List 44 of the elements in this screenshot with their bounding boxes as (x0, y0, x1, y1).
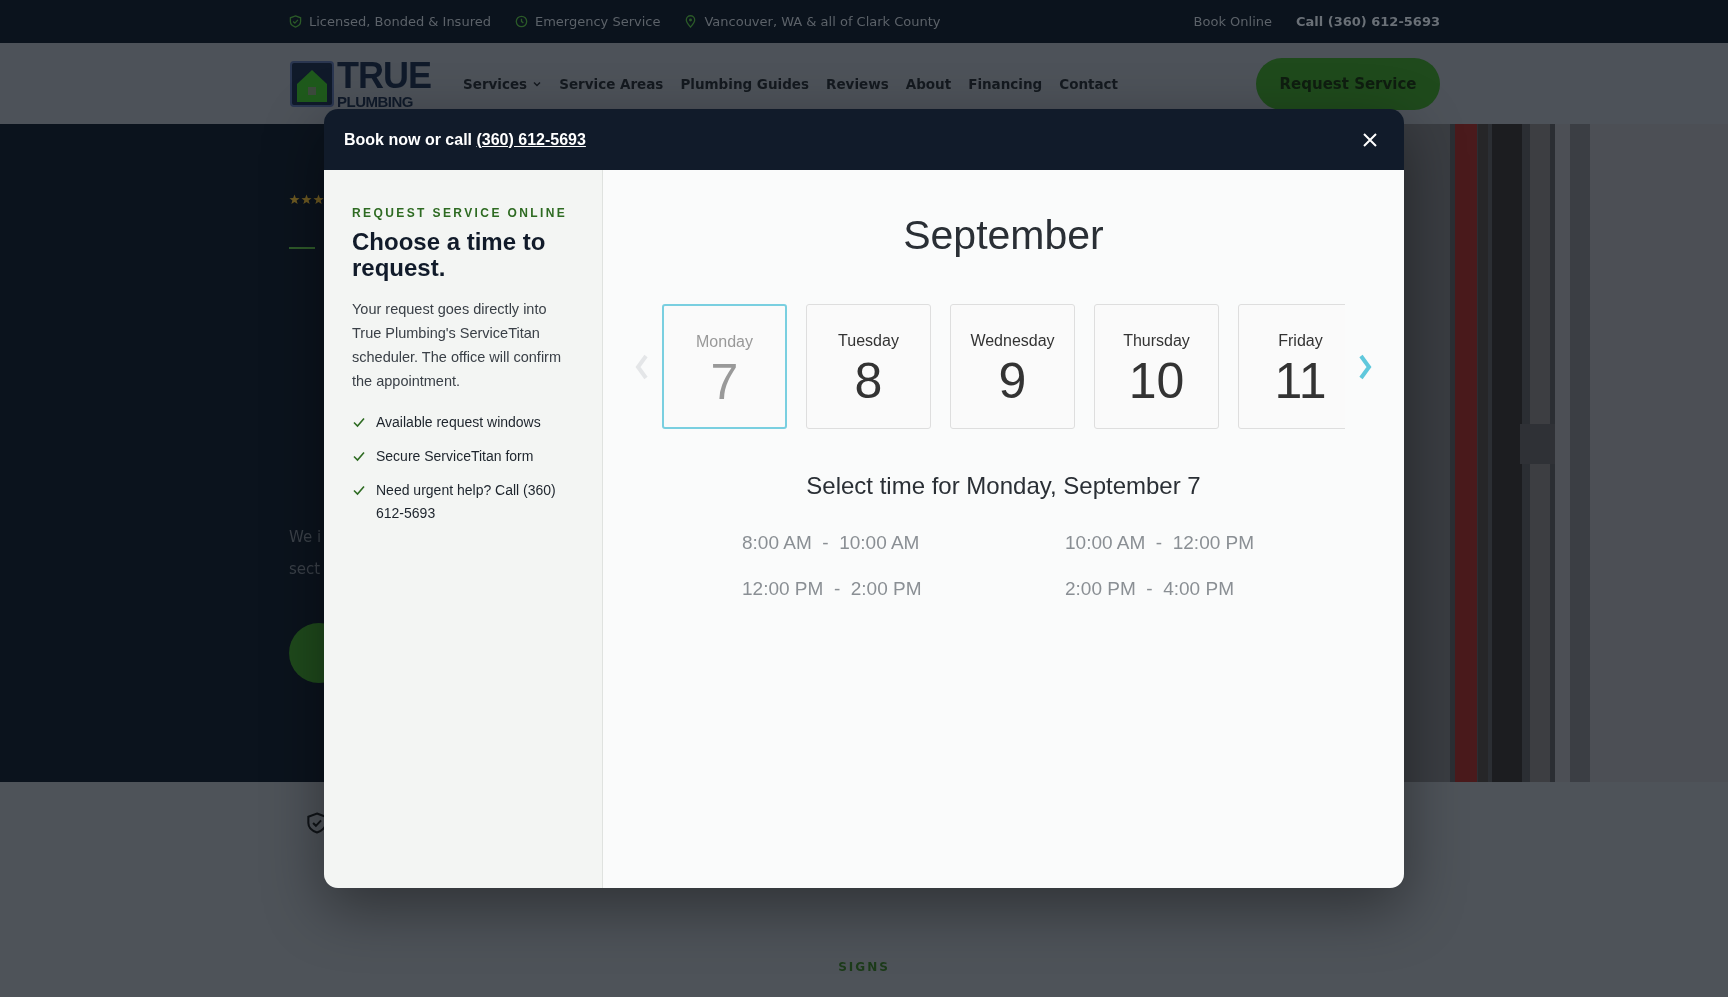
star-icon (313, 194, 324, 205)
top-bar-badge-text: Emergency Service (534, 14, 661, 29)
check-icon (352, 415, 366, 429)
house-logo-icon (289, 59, 335, 108)
nav-link[interactable]: Contact (1059, 75, 1119, 92)
time-slot[interactable]: 2:00 PM - 4:00 PM (1065, 578, 1265, 600)
top-bar-badge-text: Licensed, Bonded & Insured (309, 14, 491, 29)
shield-icon (289, 15, 302, 28)
logo-text: PLUMBING (337, 94, 414, 109)
date-card[interactable]: Wednesday 9 (950, 304, 1075, 429)
nav-link[interactable]: Services (463, 75, 543, 92)
top-bar-link[interactable]: Book Online (1193, 14, 1272, 29)
star-icon (289, 194, 300, 205)
nav-link[interactable]: About (905, 75, 952, 92)
star-icon (301, 194, 312, 205)
checklist-item: Available request windows (376, 413, 542, 432)
nav-link[interactable]: Plumbing Guides (680, 75, 810, 92)
phone-link[interactable]: (360) 612-5693 (476, 130, 586, 148)
time-slot[interactable]: 12:00 PM - 2:00 PM (742, 578, 1065, 600)
selected-date-heading: Select time for Monday, September 7 (806, 472, 1201, 500)
top-bar-badge-text: Vancouver, WA & all of Clark County (704, 14, 941, 29)
nav-link[interactable]: Service Areas (559, 75, 664, 92)
check-icon (352, 449, 366, 463)
checklist-item: Secure ServiceTitan form (376, 447, 535, 466)
nav-link[interactable]: Financing (968, 75, 1043, 92)
time-slot[interactable]: 10:00 AM - 12:00 PM (1065, 532, 1265, 554)
date-card[interactable]: Tuesday 8 (806, 304, 931, 429)
date-card[interactable]: Friday 11 (1238, 304, 1345, 429)
check-icon (352, 483, 366, 497)
logo-text: TRUE (337, 58, 431, 94)
checklist-item: Need urgent help? Call (360) 612-5693 (376, 481, 557, 523)
pin-icon (684, 15, 698, 28)
nav-link[interactable]: Reviews (826, 75, 889, 92)
date-card[interactable]: Thursday 10 (1094, 304, 1219, 429)
month-title: September (903, 212, 1104, 259)
modal-header-text: Book now or call (360) 612-5693 (344, 130, 586, 149)
top-bar-link[interactable]: Call (360) 612-5693 (1296, 14, 1440, 29)
time-slot[interactable]: 8:00 AM - 10:00 AM (742, 532, 1065, 554)
clock-icon (514, 15, 528, 28)
date-card[interactable]: Monday 7 (662, 304, 787, 429)
intro-text: Your request goes directly into True Plumbing's ServiceTitan scheduler. The office will confirm the appointment. (352, 300, 562, 391)
section-eyebrow: SIGNS (838, 960, 890, 974)
section-eyebrow: REQUEST SERVICE ONLINE (352, 206, 569, 220)
intro-title: Choose a time to request. (352, 229, 547, 281)
